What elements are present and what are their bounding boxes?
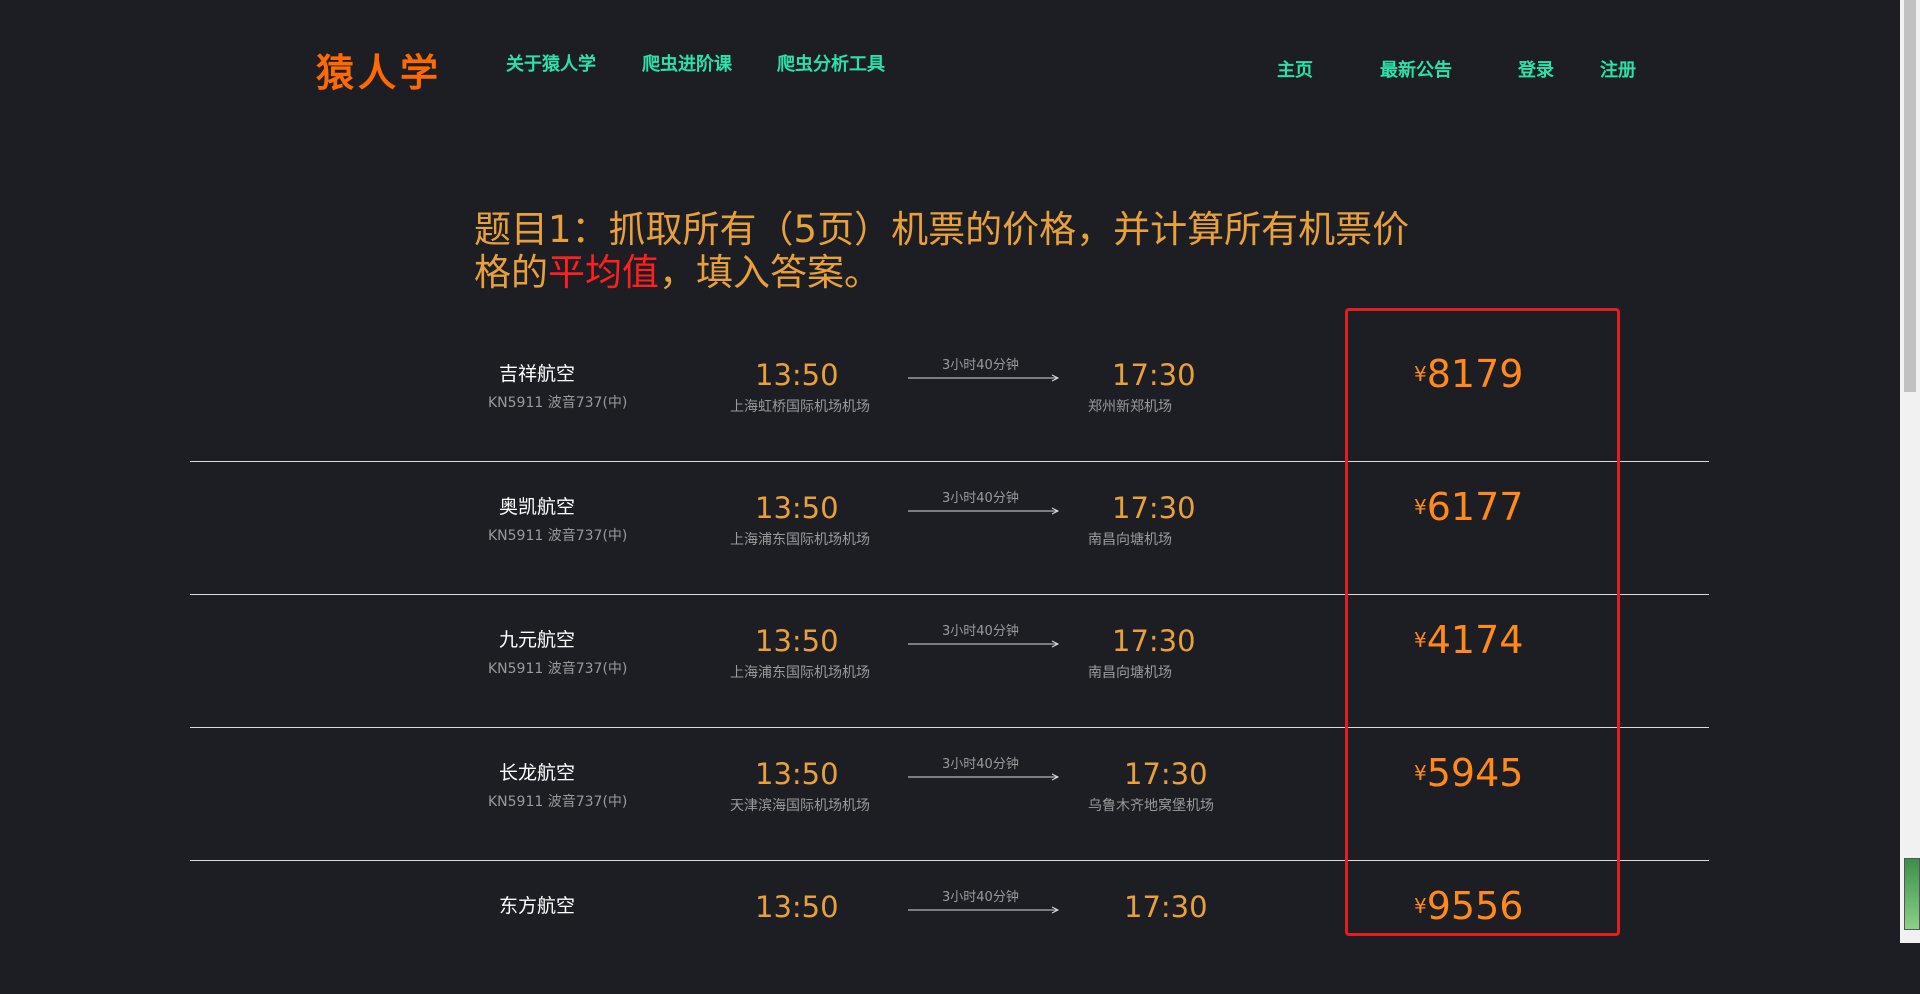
airline-name: 长龙航空 (499, 762, 576, 784)
arrival-time: 17:30 (1124, 757, 1208, 791)
nav-register[interactable]: 注册 (1600, 56, 1636, 82)
flight-number: KN5911 波音737(中) (488, 528, 628, 544)
departure-time: 13:50 (755, 491, 839, 525)
airline-name: 东方航空 (499, 895, 576, 917)
airline-name: 九元航空 (499, 629, 576, 651)
nav-about[interactable]: 关于猿人学 (506, 50, 596, 76)
departure-airport: 上海浦东国际机场机场 (730, 532, 870, 548)
departure-time: 13:50 (755, 358, 839, 392)
question-title: 题目1：抓取所有（5页）机票的价格，并计算所有机票价格的平均值，填入答案。 (474, 208, 1434, 294)
flight-duration: 3小时40分钟 (942, 358, 1019, 373)
question-suffix: ，填入答案。 (659, 251, 881, 294)
question-emphasis: 平均值 (548, 251, 659, 294)
arrow-right-icon (908, 906, 1060, 914)
flight-number: KN5911 波音737(中) (488, 794, 628, 810)
departure-time: 13:50 (755, 890, 839, 924)
arrival-airport: 南昌向塘机场 (1088, 665, 1172, 681)
site-logo[interactable]: 猿人学 (316, 42, 442, 97)
arrival-time: 17:30 (1112, 624, 1196, 658)
page-scrollbar[interactable] (1900, 0, 1920, 943)
arrival-airport: 南昌向塘机场 (1088, 532, 1172, 548)
flight-duration: 3小时40分钟 (942, 890, 1019, 905)
nav-home[interactable]: 主页 (1277, 56, 1313, 82)
departure-time: 13:50 (755, 624, 839, 658)
arrow-right-icon (908, 507, 1060, 515)
nav-login[interactable]: 登录 (1518, 56, 1554, 82)
arrival-time: 17:30 (1112, 491, 1196, 525)
arrival-airport: 郑州新郑机场 (1088, 399, 1172, 415)
departure-airport: 上海虹桥国际机场机场 (730, 399, 870, 415)
nav-analysis-tools[interactable]: 爬虫分析工具 (777, 50, 885, 76)
nav-announcements[interactable]: 最新公告 (1380, 56, 1452, 82)
price-highlight-box (1345, 308, 1620, 936)
flight-duration: 3小时40分钟 (942, 757, 1019, 772)
departure-time: 13:50 (755, 757, 839, 791)
flight-number: KN5911 波音737(中) (488, 661, 628, 677)
departure-airport: 上海浦东国际机场机场 (730, 665, 870, 681)
nav-advanced-course[interactable]: 爬虫进阶课 (642, 50, 732, 76)
arrow-right-icon (908, 773, 1060, 781)
arrow-right-icon (908, 374, 1060, 382)
flight-duration: 3小时40分钟 (942, 491, 1019, 506)
arrival-time: 17:30 (1112, 358, 1196, 392)
arrival-airport: 乌鲁木齐地窝堡机场 (1088, 798, 1214, 814)
flight-duration: 3小时40分钟 (942, 624, 1019, 639)
scrollbar-thumb[interactable] (1904, 0, 1916, 392)
airline-name: 奥凯航空 (499, 496, 576, 518)
floating-widget[interactable] (1904, 858, 1920, 930)
flight-number: KN5911 波音737(中) (488, 395, 628, 411)
airline-name: 吉祥航空 (499, 363, 576, 385)
arrival-time: 17:30 (1124, 890, 1208, 924)
departure-airport: 天津滨海国际机场机场 (730, 798, 870, 814)
arrow-right-icon (908, 640, 1060, 648)
